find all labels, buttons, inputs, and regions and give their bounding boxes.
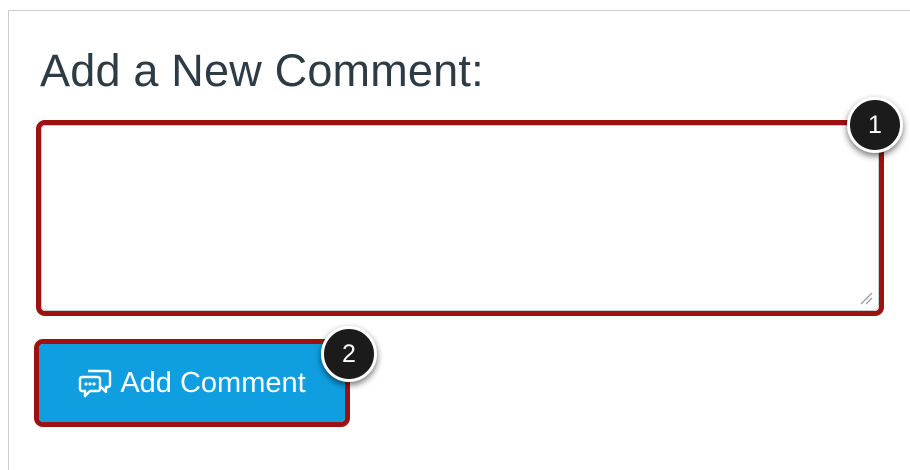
add-comment-button[interactable]: Add Comment xyxy=(39,344,345,422)
add-comment-heading: Add a New Comment: xyxy=(40,45,484,96)
button-highlight-frame: Add Comment xyxy=(34,339,350,427)
comments-icon xyxy=(78,368,112,398)
add-comment-button-label: Add Comment xyxy=(120,366,306,399)
comment-textarea[interactable] xyxy=(41,125,879,311)
callout-badge-2: 2 xyxy=(321,326,377,382)
callout-badge-1: 1 xyxy=(847,97,903,153)
textarea-highlight-frame xyxy=(36,120,884,316)
